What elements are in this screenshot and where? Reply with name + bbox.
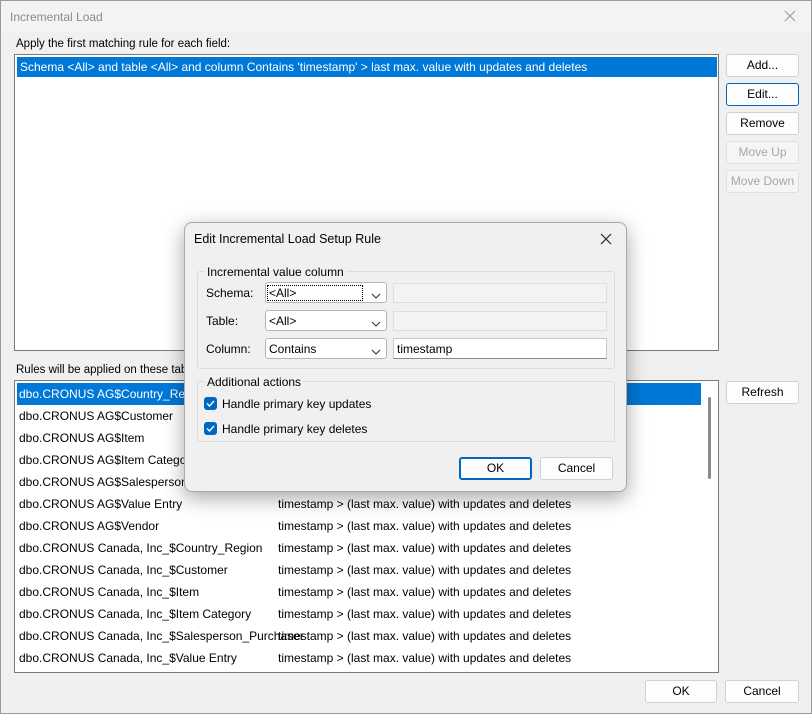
table-row[interactable]: dbo.CRONUS Canada, Inc_$Customer timestam… [15,559,715,581]
table-row[interactable]: dbo.CRONUS Canada, Inc_$Item Category tim… [15,603,715,625]
table-name: dbo.CRONUS Canada, Inc_$Country_Region [19,541,263,555]
rules-label: Apply the first matching rule for each f… [16,38,231,50]
dialog-ok-button[interactable]: OK [459,457,532,480]
table-row[interactable]: dbo.CRONUS Canada, Inc_$Salesperson_Purc… [15,625,715,647]
tables-label: Rules will be applied on these tables [16,364,203,376]
table-name: dbo.CRONUS AG$Item [19,431,145,445]
schema-label: Schema: [206,286,254,300]
table-row[interactable]: dbo.CRONUS Canada, Inc_$Country_Region ti… [15,537,715,559]
table-rule: timestamp > (last max. value) with updat… [278,563,572,577]
column-label: Column: [206,342,251,356]
table-text-field [393,311,607,331]
deletes-checkbox[interactable] [204,422,217,435]
table-name: dbo.CRONUS Canada, Inc_$Item Category [19,607,252,621]
scrollbar-thumb[interactable] [708,397,711,479]
tables-scrollbar[interactable] [701,381,718,672]
checkmark-icon [206,400,215,408]
table-rule: timestamp > (last max. value) with updat… [278,497,572,511]
dialog-close-icon[interactable] [592,226,620,252]
table-name: dbo.CRONUS Canada, Inc_$Item [19,585,200,599]
add-button[interactable]: Add... [726,54,799,77]
table-row[interactable]: dbo.CRONUS Canada, Inc_$Value Entry times… [15,647,715,669]
group-actions-label: Additional actions [205,375,304,389]
table-name: dbo.CRONUS AG$Item Category [19,453,197,467]
close-icon[interactable] [777,4,803,28]
table-name: dbo.CRONUS AG$Value Entry [19,497,183,511]
column-combo[interactable]: Contains [265,338,387,359]
rule-row[interactable]: Schema <All> and table <All> and column … [17,57,717,77]
move-down-button[interactable]: Move Down [726,170,799,193]
table-name: dbo.CRONUS AG$Vendor [19,519,160,533]
table-rule: timestamp > (last max. value) with updat… [278,541,572,555]
footer-cancel-button[interactable]: Cancel [725,680,799,703]
edit-button[interactable]: Edit... [726,83,799,106]
table-value: <All> [269,314,297,328]
table-name: dbo.CRONUS AG$Salesperson_Pu [19,475,210,489]
schema-text-field [393,283,607,303]
table-row[interactable]: dbo.CRONUS AG$Value Entry timestamp > (la… [15,493,715,515]
schema-value: <All> [267,285,363,301]
footer-ok-button[interactable]: OK [645,680,717,703]
table-rule: timestamp > (last max. value) with updat… [278,585,572,599]
chevron-down-icon [371,317,381,327]
checkmark-icon [206,425,215,433]
table-name: dbo.CRONUS Canada, Inc_$Value Entry [19,651,237,665]
column-text: timestamp [397,342,453,356]
column-value: Contains [269,342,317,356]
updates-checkbox[interactable] [204,397,217,410]
schema-combo[interactable]: <All> [265,282,387,303]
remove-button[interactable]: Remove [726,112,799,135]
window-title: Incremental Load [10,10,103,24]
table-rule: timestamp > (last max. value) with updat… [278,651,572,665]
table-combo[interactable]: <All> [265,310,387,331]
chevron-down-icon [371,289,381,299]
table-name: dbo.CRONUS Canada, Inc_$Customer [19,563,228,577]
title-bar: Incremental Load [1,1,811,32]
table-rule: timestamp > (last max. value) with updat… [278,519,572,533]
table-name: dbo.CRONUS AG$Customer [19,409,174,423]
dialog-title: Edit Incremental Load Setup Rule [194,232,381,246]
refresh-button[interactable]: Refresh [726,381,799,404]
rule-text: Schema <All> and table <All> and column … [20,60,588,74]
table-name: dbo.CRONUS Canada, Inc_$Salesperson_Purc… [19,629,304,643]
move-up-button[interactable]: Move Up [726,141,799,164]
table-name: dbo.CRONUS AG$Country_Region [19,387,208,401]
group-incremental-label: Incremental value column [205,265,346,279]
table-label: Table: [206,314,239,328]
table-row[interactable]: dbo.CRONUS AG$Vendor timestamp > (last ma… [15,515,715,537]
column-text-field[interactable]: timestamp [393,338,607,359]
deletes-label[interactable]: Handle primary key deletes [222,422,367,436]
updates-label[interactable]: Handle primary key updates [222,397,371,411]
chevron-down-icon [371,345,381,355]
edit-rule-dialog: Edit Incremental Load Setup Rule Increme… [184,222,627,492]
table-rule: timestamp > (last max. value) with updat… [278,607,572,621]
table-rule: timestamp > (last max. value) with updat… [278,629,572,643]
dialog-cancel-button[interactable]: Cancel [540,457,613,480]
table-row[interactable]: dbo.CRONUS Canada, Inc_$Item timestamp > … [15,581,715,603]
